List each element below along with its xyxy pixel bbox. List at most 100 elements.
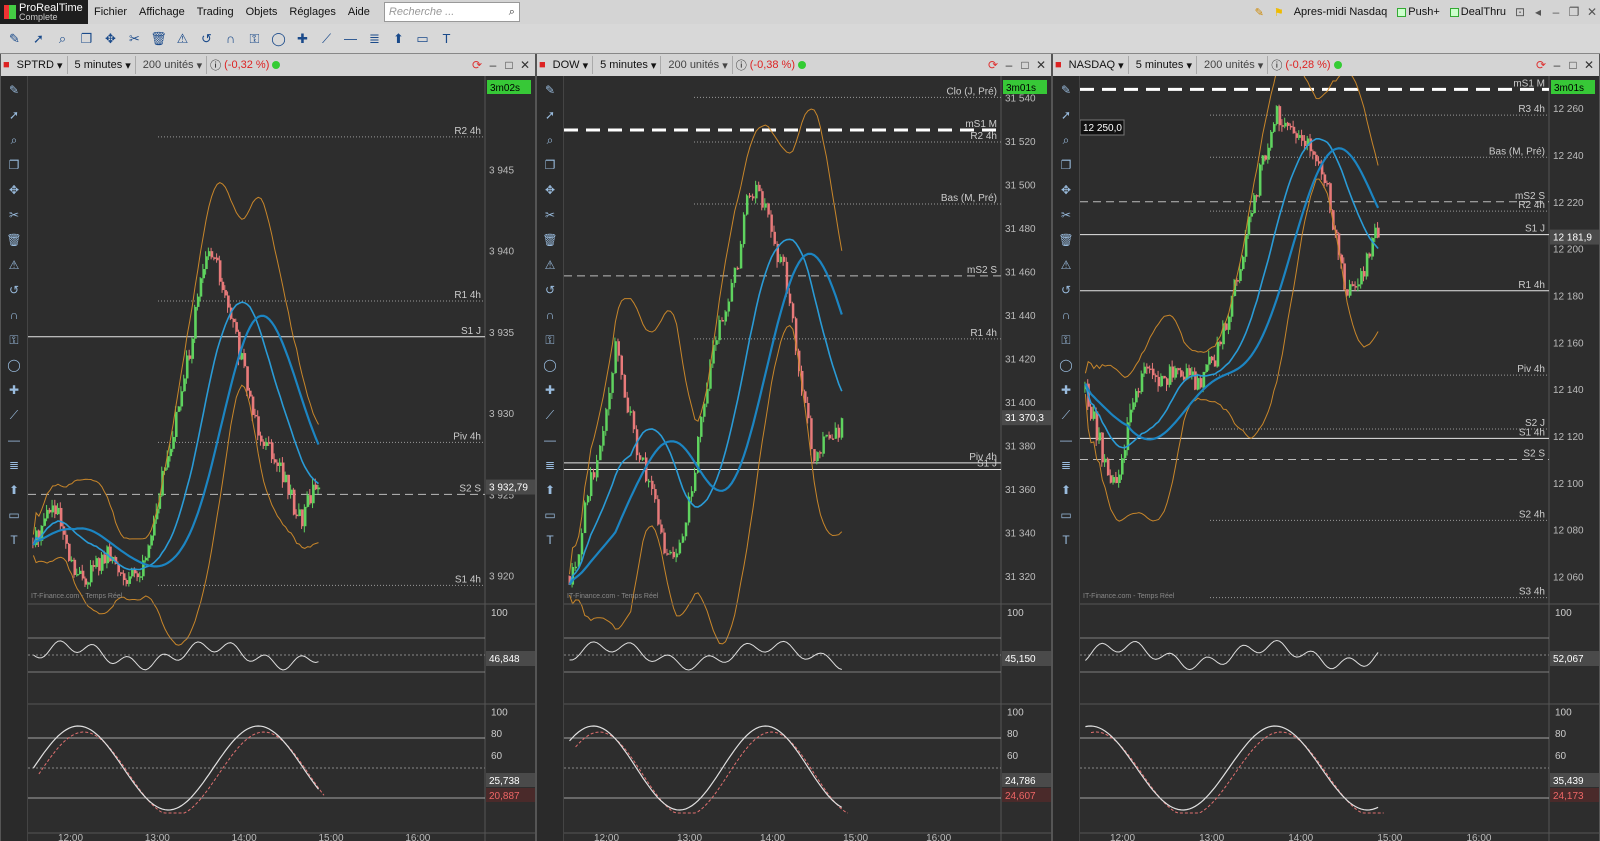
text-icon[interactable]: T xyxy=(3,530,25,550)
lock-icon[interactable]: ⚿ xyxy=(3,330,25,350)
pencil-icon[interactable]: ✎ xyxy=(539,80,561,100)
units-select[interactable]: 200 unités ▾ xyxy=(1200,56,1269,74)
cursor-icon[interactable]: ➚ xyxy=(539,105,561,125)
menu-affichage[interactable]: Affichage xyxy=(133,6,191,18)
dealthru-button[interactable]: DealThru xyxy=(1446,0,1510,24)
sync-icon[interactable]: ⟳ xyxy=(1534,58,1548,72)
crosshair-icon[interactable]: ✚ xyxy=(3,380,25,400)
menu-aide[interactable]: Aide xyxy=(342,6,376,18)
alert-icon[interactable]: ⚠ xyxy=(3,255,25,275)
back-icon[interactable]: ◂ xyxy=(1530,5,1546,19)
move-icon[interactable]: ✥ xyxy=(1055,180,1077,200)
minimize-icon[interactable]: – xyxy=(1548,5,1564,19)
cursor-icon[interactable]: ➚ xyxy=(1055,105,1077,125)
fibo-icon[interactable]: ≣ xyxy=(3,455,25,475)
magnet-icon[interactable]: ∩ xyxy=(220,28,241,49)
lock-icon[interactable]: ⚿ xyxy=(1055,330,1077,350)
timeframe-select[interactable]: 5 minutes ▾ xyxy=(71,56,136,74)
hline-icon[interactable]: — xyxy=(1055,430,1077,450)
price-chart[interactable]: 12 260 12 240 12 220 12 200 12 180 12 160 12 1… xyxy=(1080,76,1599,841)
timeframe-select[interactable]: 5 minutes ▾ xyxy=(596,56,662,74)
menu-objets[interactable]: Objets xyxy=(240,6,284,18)
hline-icon[interactable]: — xyxy=(539,430,561,450)
timeframe-select[interactable]: 5 minutes ▾ xyxy=(1132,56,1197,74)
pencil-icon[interactable]: ✎ xyxy=(3,80,25,100)
hline-icon[interactable]: — xyxy=(3,430,25,450)
alert-icon[interactable]: ⚠ xyxy=(1055,255,1077,275)
close-icon[interactable]: ✕ xyxy=(1584,5,1600,19)
zoom-icon[interactable]: ⌕ xyxy=(539,130,561,150)
crosshair-icon[interactable]: ✚ xyxy=(539,380,561,400)
trash-icon[interactable]: 🗑 xyxy=(539,230,561,250)
instrument-select[interactable]: SPTRD ▾ xyxy=(13,56,68,74)
line-icon[interactable]: ⟋ xyxy=(539,405,561,425)
undo-icon[interactable]: ↺ xyxy=(539,280,561,300)
close-panel-icon[interactable]: ✕ xyxy=(518,58,532,72)
close-panel-icon[interactable]: ✕ xyxy=(1034,58,1048,72)
alert-icon[interactable]: ⚠ xyxy=(172,28,193,49)
copy-icon[interactable]: ❐ xyxy=(539,155,561,175)
sync-icon[interactable]: ⟳ xyxy=(470,58,484,72)
magnet-icon[interactable]: ∩ xyxy=(1055,305,1077,325)
undo-icon[interactable]: ↺ xyxy=(3,280,25,300)
restore-icon[interactable]: ❐ xyxy=(1566,5,1582,19)
undo-icon[interactable]: ↺ xyxy=(1055,280,1077,300)
pencil-flag-icon[interactable]: ✎ xyxy=(1251,0,1268,24)
flag-icon[interactable]: ⚑ xyxy=(1270,0,1288,24)
ruler-icon[interactable]: ▭ xyxy=(1055,505,1077,525)
trash-icon[interactable]: 🗑 xyxy=(148,28,169,49)
zoom-icon[interactable]: ⌕ xyxy=(3,130,25,150)
panel-color-icon[interactable]: ■ xyxy=(539,59,546,71)
line-icon[interactable]: ⟋ xyxy=(316,28,337,49)
undo-icon[interactable]: ↺ xyxy=(196,28,217,49)
line-icon[interactable]: ⟋ xyxy=(1055,405,1077,425)
magnet-icon[interactable]: ∩ xyxy=(3,305,25,325)
cursor-icon[interactable]: ➚ xyxy=(28,28,49,49)
menu-trading[interactable]: Trading xyxy=(191,6,240,18)
info-icon[interactable]: ⓘ xyxy=(1271,57,1282,73)
text-icon[interactable]: T xyxy=(539,530,561,550)
text-icon[interactable]: T xyxy=(1055,530,1077,550)
lock-icon[interactable]: ⚿ xyxy=(539,330,561,350)
panel-color-icon[interactable]: ■ xyxy=(3,59,10,71)
ruler-icon[interactable]: ▭ xyxy=(412,28,433,49)
close-panel-icon[interactable]: ✕ xyxy=(1582,58,1596,72)
units-select[interactable]: 200 unités ▾ xyxy=(664,56,733,74)
push-button[interactable]: Push+ xyxy=(1393,0,1444,24)
move-icon[interactable]: ✥ xyxy=(100,28,121,49)
move-icon[interactable]: ✥ xyxy=(3,180,25,200)
menu-fichier[interactable]: Fichier xyxy=(88,6,133,18)
info-icon[interactable]: ⓘ xyxy=(736,57,747,73)
minimize-panel-icon[interactable]: – xyxy=(1002,58,1016,72)
lock-icon[interactable]: ⚿ xyxy=(244,28,265,49)
workspace-button[interactable]: Apres-midi Nasdaq xyxy=(1290,0,1392,24)
pencil-icon[interactable]: ✎ xyxy=(4,28,25,49)
maximize-panel-icon[interactable]: □ xyxy=(1566,58,1580,72)
panel-color-icon[interactable]: ■ xyxy=(1055,59,1062,71)
hline-icon[interactable]: — xyxy=(340,28,361,49)
shape-icon[interactable]: ◯ xyxy=(3,355,25,375)
tools-icon[interactable]: ✂ xyxy=(124,28,145,49)
shape-icon[interactable]: ◯ xyxy=(1055,355,1077,375)
price-chart[interactable]: 3 9503 9453 9403 9353 9303 9253 920R2 4h… xyxy=(28,76,535,841)
arrow-up-icon[interactable]: ⬆ xyxy=(3,480,25,500)
ruler-icon[interactable]: ▭ xyxy=(3,505,25,525)
trash-icon[interactable]: 🗑 xyxy=(1055,230,1077,250)
move-icon[interactable]: ✥ xyxy=(539,180,561,200)
sync-icon[interactable]: ⟳ xyxy=(986,58,1000,72)
layout-icon[interactable]: ⊡ xyxy=(1512,5,1528,19)
crosshair-icon[interactable]: ✚ xyxy=(292,28,313,49)
price-chart[interactable]: 31 540 31 520 31 500 31 480 31 460 31 440 31 4… xyxy=(564,76,1051,841)
alert-icon[interactable]: ⚠ xyxy=(539,255,561,275)
instrument-select[interactable]: NASDAQ ▾ xyxy=(1065,56,1129,74)
maximize-panel-icon[interactable]: □ xyxy=(1018,58,1032,72)
units-select[interactable]: 200 unités ▾ xyxy=(139,56,208,74)
copy-icon[interactable]: ❐ xyxy=(76,28,97,49)
crosshair-icon[interactable]: ✚ xyxy=(1055,380,1077,400)
arrow-up-icon[interactable]: ⬆ xyxy=(539,480,561,500)
instrument-select[interactable]: DOW ▾ xyxy=(549,56,594,74)
copy-icon[interactable]: ❐ xyxy=(3,155,25,175)
cursor-icon[interactable]: ➚ xyxy=(3,105,25,125)
tools-icon[interactable]: ✂ xyxy=(1055,205,1077,225)
tools-icon[interactable]: ✂ xyxy=(539,205,561,225)
